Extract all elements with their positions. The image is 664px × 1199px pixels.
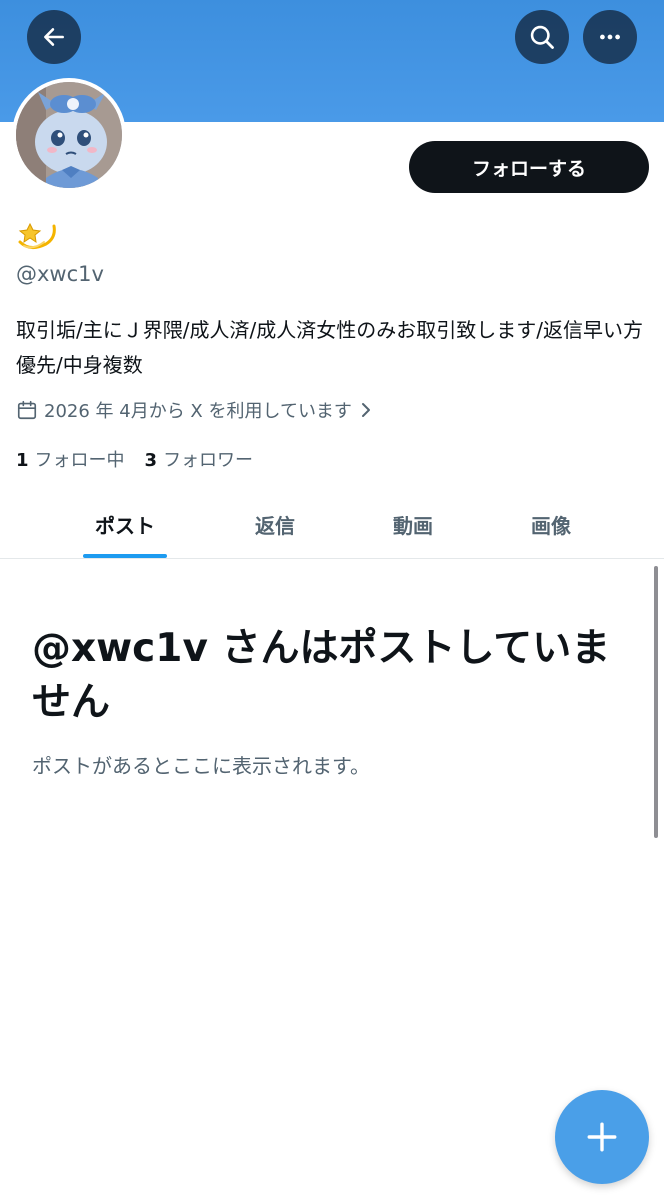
calendar-icon: [17, 400, 37, 420]
empty-state-title: @xwc1v さんはポストしていません: [32, 626, 611, 725]
tab-replies[interactable]: 返信: [206, 490, 344, 558]
tab-replies-label: 返信: [255, 513, 295, 538]
profile-page: フォローする @xwc1v 取引垢/主にＪ界隈/成人済/成人済女性のみお取引致し…: [0, 0, 664, 1199]
following-count: 1: [16, 450, 29, 471]
following-label: フォロー中: [34, 450, 125, 471]
profile-tabs: ポスト 返信 動画 画像: [0, 490, 664, 559]
follow-button[interactable]: フォローする: [409, 141, 649, 193]
tab-images-label: 画像: [531, 513, 571, 538]
joined-date[interactable]: 2026 年 4月から X を利用しています: [16, 397, 374, 423]
tab-posts[interactable]: ポスト: [56, 490, 194, 558]
active-tab-indicator: [83, 554, 167, 558]
followers-link[interactable]: 3 フォロワー: [145, 446, 254, 472]
tab-videos-label: 動画: [393, 513, 433, 538]
dizzy-emoji-icon: [18, 222, 56, 249]
followers-label: フォロワー: [163, 450, 254, 471]
more-horizontal-icon: [600, 34, 620, 40]
tab-images[interactable]: 画像: [482, 490, 620, 558]
scrollbar[interactable]: [654, 566, 658, 838]
profile-handle: @xwc1v: [16, 262, 104, 286]
search-button[interactable]: [515, 10, 569, 64]
profile-bio: 取引垢/主にＪ界隈/成人済/成人済女性のみお取引致します/返信早い方優先/中身複…: [16, 318, 643, 377]
arrow-left-icon: [44, 28, 64, 46]
search-icon: [530, 25, 554, 49]
following-link[interactable]: 1 フォロー中: [16, 446, 125, 472]
plus-icon: [587, 1122, 617, 1152]
follow-counts: 1 フォロー中 3 フォロワー: [16, 446, 253, 472]
chevron-right-icon: [361, 403, 370, 417]
avatar-image: [16, 82, 122, 188]
followers-count: 3: [144, 450, 158, 471]
tab-videos[interactable]: 動画: [344, 490, 482, 558]
back-button[interactable]: [27, 10, 81, 64]
more-button[interactable]: [583, 10, 637, 64]
tab-posts-label: ポスト: [95, 513, 155, 538]
joined-text: 2026 年 4月から X を利用しています: [44, 401, 352, 422]
empty-state-subtitle: ポストがあるとここに表示されます。: [32, 754, 370, 778]
compose-post-button[interactable]: [555, 1090, 649, 1184]
avatar[interactable]: [12, 78, 126, 192]
display-name: [16, 212, 60, 252]
